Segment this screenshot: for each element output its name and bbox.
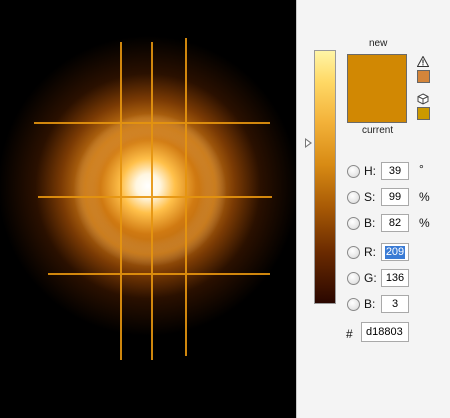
hue-brightness-slider-track[interactable] [314,50,336,304]
green-input[interactable] [381,269,409,287]
websafe-cube-icon[interactable] [417,93,429,108]
hue-radio[interactable] [347,165,360,178]
brightness-radio[interactable] [347,217,360,230]
gamut-warning-icon[interactable] [416,55,430,70]
red-label: R: [364,245,376,259]
image-canvas[interactable] [0,0,296,418]
new-color-label: new [369,38,388,49]
blue-input[interactable] [381,295,409,313]
red-value-selection: 209 [384,246,406,259]
red-radio[interactable] [347,246,360,259]
new-color-swatch [347,54,407,90]
blue-label: B: [364,297,376,311]
current-color-label: current [362,125,394,136]
gamut-warning-swatch[interactable] [417,70,430,83]
websafe-swatch[interactable] [417,107,430,120]
percent-unit: % [419,216,430,230]
color-picker-panel: new current H: ° S: % B: % [296,0,450,418]
blue-radio[interactable] [347,298,360,311]
color-picker-window: new current H: ° S: % B: % [0,0,450,418]
hue-label: H: [364,164,376,178]
hex-input[interactable] [361,322,409,342]
brightness-input[interactable] [381,214,409,232]
glow-artwork [0,0,296,418]
degree-unit: ° [419,162,424,176]
brightness-label: B: [364,216,376,230]
green-radio[interactable] [347,272,360,285]
saturation-radio[interactable] [347,191,360,204]
hex-label: # [346,327,353,341]
slider-handle[interactable] [305,138,312,148]
current-color-swatch[interactable] [347,88,407,123]
green-label: G: [364,271,377,285]
hue-input[interactable] [381,162,409,180]
saturation-input[interactable] [381,188,409,206]
red-input[interactable]: 209 [381,243,409,261]
saturation-label: S: [364,190,376,204]
percent-unit: % [419,190,430,204]
